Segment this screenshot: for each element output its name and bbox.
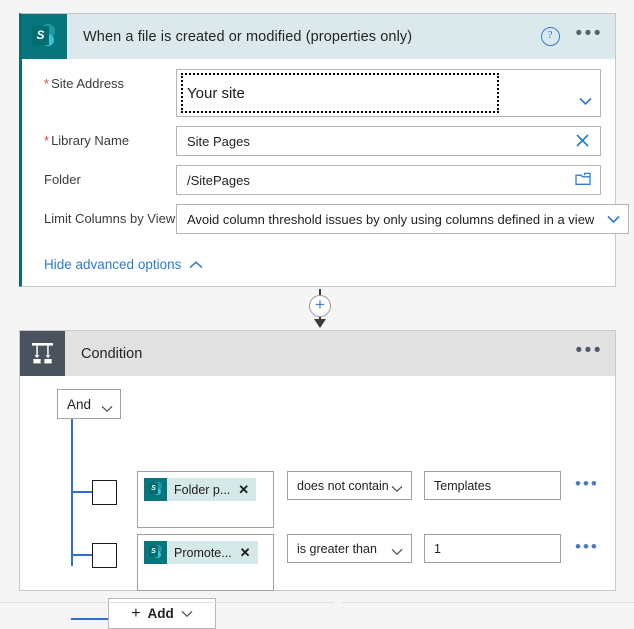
hide-advanced-options-label: Hide advanced options bbox=[44, 257, 182, 272]
page-bottom-gap bbox=[334, 598, 342, 619]
field-library-name: * Library Name Site Pages bbox=[36, 126, 601, 156]
condition-card-body: And S Folder p... ✕ does not contain Tem… bbox=[20, 376, 615, 629]
hide-advanced-options-link[interactable]: Hide advanced options bbox=[44, 257, 203, 272]
logic-operator-value: And bbox=[67, 396, 92, 412]
condition-operator-select[interactable]: is greater than bbox=[287, 534, 412, 563]
condition-card-header[interactable]: Condition ••• bbox=[20, 331, 615, 376]
chevron-down-icon bbox=[391, 545, 403, 559]
close-x-icon[interactable]: ✕ bbox=[238, 483, 249, 496]
step-connector: + bbox=[309, 289, 331, 328]
limit-columns-select[interactable]: Avoid column threshold issues by only us… bbox=[176, 204, 630, 234]
chevron-down-icon[interactable] bbox=[607, 215, 620, 226]
sharepoint-icon-letter: S bbox=[149, 483, 158, 494]
connector-arrow-icon bbox=[314, 319, 326, 328]
field-control-limit-columns: Avoid column threshold issues by only us… bbox=[176, 204, 630, 234]
token-label: Folder p... bbox=[174, 482, 231, 497]
condition-row-more-menu-icon[interactable]: ••• bbox=[575, 534, 599, 560]
field-folder: Folder /SitePages bbox=[36, 165, 601, 195]
required-marker: * bbox=[44, 76, 50, 91]
condition-value-input[interactable]: Templates bbox=[424, 471, 561, 500]
library-name-value: Site Pages bbox=[187, 133, 250, 149]
logic-operator-select[interactable]: And bbox=[57, 389, 121, 419]
field-control-folder: /SitePages bbox=[176, 165, 601, 195]
plus-circle-icon[interactable]: + bbox=[309, 295, 331, 317]
limit-columns-value: Avoid column threshold issues by only us… bbox=[187, 211, 595, 227]
condition-value-input[interactable]: 1 bbox=[424, 534, 561, 563]
trigger-card-body: *Site Address Your site *Library Name bbox=[22, 59, 630, 286]
site-address-value: Your site bbox=[187, 84, 245, 102]
field-control-site-address: Your site bbox=[176, 69, 601, 117]
sharepoint-icon: S bbox=[144, 541, 167, 564]
sharepoint-icon-letter: S bbox=[149, 546, 158, 557]
condition-row-checkbox[interactable] bbox=[92, 480, 117, 505]
field-limit-columns-by-view: Limit Columns by View Avoid column thres… bbox=[36, 204, 630, 234]
folder-value: /SitePages bbox=[187, 172, 250, 188]
trigger-more-menu-icon[interactable]: ••• bbox=[576, 24, 603, 45]
condition-row-more-menu-icon[interactable]: ••• bbox=[575, 471, 599, 497]
field-label-limit-columns: Limit Columns by View bbox=[44, 211, 176, 226]
sharepoint-icon: S bbox=[144, 478, 167, 501]
library-name-input[interactable]: Site Pages bbox=[176, 126, 601, 156]
condition-tree-stub bbox=[71, 618, 108, 620]
condition-operator-value: does not contain bbox=[297, 478, 389, 493]
trigger-title: When a file is created or modified (prop… bbox=[83, 28, 413, 45]
field-label-library-name: * Library Name bbox=[44, 133, 130, 148]
condition-tree-stub bbox=[71, 554, 92, 556]
folder-input[interactable]: /SitePages bbox=[176, 165, 601, 195]
flow-designer-canvas: S When a file is created or modified (pr… bbox=[0, 0, 634, 629]
condition-branch-icon bbox=[20, 331, 65, 376]
condition-operand-field[interactable]: S Promote... ✕ bbox=[137, 534, 274, 591]
folder-picker-icon[interactable] bbox=[575, 172, 591, 188]
clear-x-icon[interactable] bbox=[575, 133, 591, 149]
chevron-down-icon[interactable] bbox=[579, 97, 592, 108]
chevron-down-icon bbox=[101, 401, 113, 416]
dynamic-content-token[interactable]: S Promote... ✕ bbox=[144, 541, 258, 564]
field-label-folder: Folder bbox=[44, 172, 81, 187]
required-marker: * bbox=[44, 133, 50, 148]
condition-title: Condition bbox=[81, 345, 143, 362]
field-label-site-address: * Site Address bbox=[44, 76, 125, 91]
trigger-header-actions: ? ••• bbox=[540, 14, 603, 59]
help-circle-icon[interactable]: ? bbox=[540, 27, 560, 46]
condition-row-checkbox[interactable] bbox=[92, 543, 117, 568]
condition-operator-value: is greater than bbox=[297, 541, 377, 556]
close-x-icon[interactable]: ✕ bbox=[240, 546, 251, 559]
condition-row: S Promote... ✕ is greater than 1 ••• bbox=[92, 534, 599, 591]
trigger-card-header[interactable]: S When a file is created or modified (pr… bbox=[22, 14, 615, 59]
field-site-address: * Site Address Your site bbox=[36, 69, 601, 117]
sharepoint-icon-letter: S bbox=[32, 26, 49, 45]
sharepoint-icon: S bbox=[22, 14, 67, 59]
field-control-library-name: Site Pages bbox=[176, 126, 601, 156]
condition-value-text: Templates bbox=[434, 478, 491, 493]
dynamic-content-token[interactable]: S Folder p... ✕ bbox=[144, 478, 257, 501]
chevron-down-icon bbox=[391, 482, 403, 496]
condition-value-text: 1 bbox=[434, 541, 441, 556]
site-address-input[interactable]: Your site bbox=[176, 69, 601, 117]
trigger-card[interactable]: S When a file is created or modified (pr… bbox=[19, 13, 630, 287]
condition-operand-field[interactable]: S Folder p... ✕ bbox=[137, 471, 274, 528]
chevron-up-icon bbox=[189, 257, 203, 272]
condition-operator-select[interactable]: does not contain bbox=[287, 471, 412, 500]
condition-tree-stub bbox=[71, 491, 92, 493]
plus-icon: + bbox=[131, 604, 141, 622]
page-bottom-divider bbox=[0, 602, 634, 603]
condition-more-menu-icon[interactable]: ••• bbox=[576, 341, 603, 362]
condition-header-actions: ••• bbox=[576, 331, 603, 376]
condition-row: S Folder p... ✕ does not contain Templat… bbox=[92, 471, 599, 528]
condition-card[interactable]: Condition ••• And S Folder p... ✕ does n… bbox=[19, 330, 616, 629]
token-label: Promote... bbox=[174, 545, 232, 560]
